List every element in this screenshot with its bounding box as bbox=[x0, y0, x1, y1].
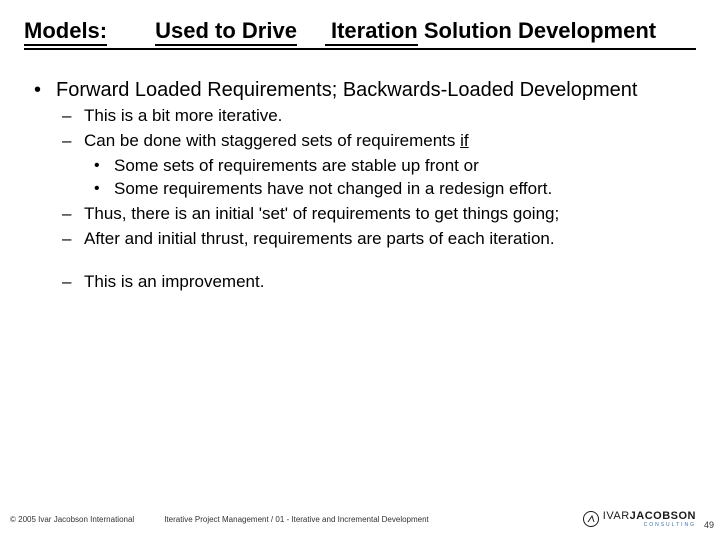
title-segment-models: Models: bbox=[24, 18, 107, 46]
subsub-bullet-stable: Some sets of requirements are stable up … bbox=[84, 155, 696, 178]
logo: IVARJACOBSON CONSULTING bbox=[583, 510, 696, 528]
title-segment-used-to-drive: Used to Drive bbox=[155, 18, 297, 46]
logo-icon bbox=[583, 511, 599, 527]
slide: Models: Used to Drive Iteration Solution… bbox=[0, 0, 720, 540]
logo-text-block: IVARJACOBSON CONSULTING bbox=[603, 510, 696, 528]
logo-last-name: JACOBSON bbox=[630, 510, 696, 522]
bullet-list-level2: This is a bit more iterative. Can be don… bbox=[56, 105, 696, 251]
logo-subtitle: CONSULTING bbox=[603, 522, 696, 528]
title-segment-iteration-solution: Iteration Solution Development bbox=[325, 18, 656, 46]
footer: © 2005 Ivar Jacobson International Itera… bbox=[0, 510, 720, 528]
bullet-list-level3: Some sets of requirements are stable up … bbox=[84, 155, 696, 201]
copyright-text: © 2005 Ivar Jacobson International bbox=[10, 515, 134, 524]
sub-bullet-initial-set: Thus, there is an initial 'set' of requi… bbox=[56, 203, 696, 226]
logo-first-name: IVAR bbox=[603, 510, 630, 522]
title-word-iteration: Iteration bbox=[325, 18, 418, 46]
sub-bullet-staggered: Can be done with staggered sets of requi… bbox=[56, 130, 696, 201]
sub-bullet-improvement: This is an improvement. bbox=[56, 271, 696, 294]
breadcrumb-text: Iterative Project Management / 01 - Iter… bbox=[164, 515, 583, 524]
bullet-list-level1: Forward Loaded Requirements; Backwards-L… bbox=[34, 78, 696, 294]
logo-name: IVARJACOBSON bbox=[603, 510, 696, 522]
sub-bullet-iterative: This is a bit more iterative. bbox=[56, 105, 696, 128]
spacing bbox=[56, 253, 696, 269]
sub-bullet-staggered-text: Can be done with staggered sets of requi… bbox=[84, 131, 460, 150]
sub-bullet-after-thrust: After and initial thrust, requirements a… bbox=[56, 228, 696, 251]
subsub-bullet-unchanged: Some requirements have not changed in a … bbox=[84, 178, 696, 201]
underlined-if: if bbox=[460, 131, 469, 150]
bullet-list-level2-b: This is an improvement. bbox=[56, 271, 696, 294]
title-rest: Solution Development bbox=[418, 18, 656, 43]
content-area: Forward Loaded Requirements; Backwards-L… bbox=[24, 78, 696, 294]
main-bullet: Forward Loaded Requirements; Backwards-L… bbox=[34, 78, 696, 294]
main-bullet-text: Forward Loaded Requirements; Backwards-L… bbox=[56, 79, 637, 101]
slide-title: Models: Used to Drive Iteration Solution… bbox=[24, 18, 696, 50]
page-number: 49 bbox=[704, 520, 714, 530]
